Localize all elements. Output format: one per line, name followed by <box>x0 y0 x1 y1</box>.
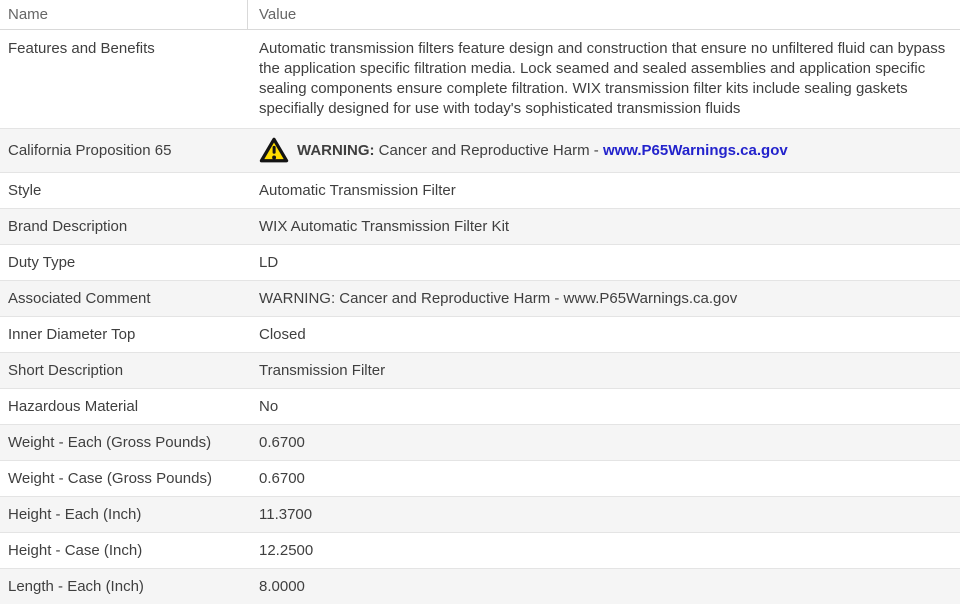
table-row-hazardous-material: Hazardous Material No <box>0 388 960 424</box>
table-body: Features and Benefits Automatic transmis… <box>0 30 960 604</box>
row-name-label: Duty Type <box>8 253 76 271</box>
row-value-text: 11.3700 <box>259 505 313 523</box>
row-value-text: 8.0000 <box>259 577 305 595</box>
table-row-california-proposition-65: California Proposition 65 WARNING: Cance… <box>0 128 960 172</box>
table-header-row: Name Value <box>0 0 960 30</box>
table-row-length-each-inch: Length - Each (Inch) 8.0000 <box>0 568 960 604</box>
row-name-label: Inner Diameter Top <box>8 325 136 343</box>
row-name-label: Short Description <box>8 361 124 379</box>
table-row-duty-type: Duty Type LD <box>0 244 960 280</box>
row-name-label: Weight - Case (Gross Pounds) <box>8 469 212 487</box>
row-name-label: Features and Benefits <box>8 40 155 57</box>
row-name-label: Height - Each (Inch) <box>8 505 142 523</box>
row-value-text: LD <box>259 253 279 271</box>
row-value-text: 12.2500 <box>259 541 314 559</box>
row-name-label: Weight - Each (Gross Pounds) <box>8 433 212 451</box>
row-value-text: Closed <box>259 325 306 343</box>
row-name-label: Length - Each (Inch) <box>8 577 144 595</box>
row-value-text: WIX Automatic Transmission Filter Kit <box>259 217 510 235</box>
column-header-value: Value <box>259 6 297 23</box>
row-value-text: 0.6700 <box>259 469 305 487</box>
row-value-text: Automatic transmission filters feature d… <box>259 40 950 117</box>
row-name-label: Brand Description <box>8 217 128 235</box>
row-value-text: Transmission Filter <box>259 361 386 379</box>
table-row-weight-each-gross-pounds: Weight - Each (Gross Pounds) 0.6700 <box>0 424 960 460</box>
row-value-text: 0.6700 <box>259 433 305 451</box>
p65-warnings-link[interactable]: www.P65Warnings.ca.gov <box>603 142 788 159</box>
row-name-label: Associated Comment <box>8 289 151 307</box>
row-name-label: Hazardous Material <box>8 397 139 415</box>
table-row-inner-diameter-top: Inner Diameter Top Closed <box>0 316 960 352</box>
row-name-label: California Proposition 65 <box>8 141 172 159</box>
product-spec-table: Name Value Features and Benefits Automat… <box>0 0 960 604</box>
table-row-style: Style Automatic Transmission Filter <box>0 172 960 208</box>
warning-label: WARNING: <box>297 141 375 159</box>
table-row-height-each-inch: Height - Each (Inch) 11.3700 <box>0 496 960 532</box>
row-value-text: Automatic Transmission Filter <box>259 181 456 199</box>
row-name-label: Style <box>8 181 42 199</box>
row-value-text: WARNING: Cancer and Reproductive Harm - … <box>259 289 738 307</box>
row-value-text: No <box>259 397 279 415</box>
table-row-height-case-inch: Height - Case (Inch) 12.2500 <box>0 532 960 568</box>
row-name-label: Height - Case (Inch) <box>8 541 143 559</box>
column-header-name: Name <box>0 0 248 29</box>
table-row-associated-comment: Associated Comment WARNING: Cancer and R… <box>0 280 960 316</box>
table-row-weight-case-gross-pounds: Weight - Case (Gross Pounds) 0.6700 <box>0 460 960 496</box>
prop65-warning-line: WARNING: Cancer and Reproductive Harm - … <box>259 137 952 164</box>
warning-triangle-icon <box>259 137 289 163</box>
warning-body-text: Cancer and Reproductive Harm - <box>374 141 603 159</box>
table-row-short-description: Short Description Transmission Filter <box>0 352 960 388</box>
warning-text: WARNING: Cancer and Reproductive Harm - … <box>297 141 788 161</box>
table-row-features-and-benefits: Features and Benefits Automatic transmis… <box>0 30 960 128</box>
table-row-brand-description: Brand Description WIX Automatic Transmis… <box>0 208 960 244</box>
